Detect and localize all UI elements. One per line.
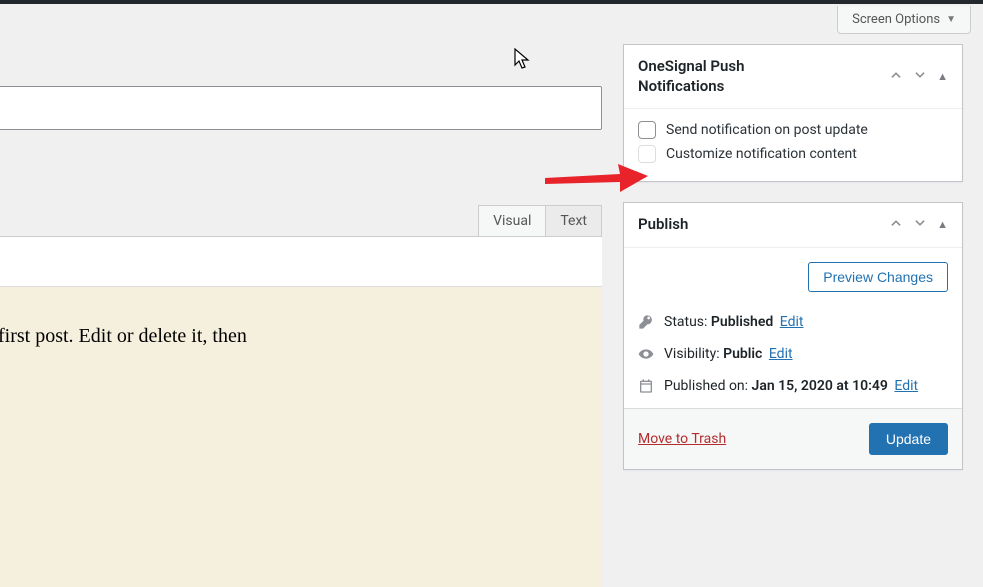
edit-visibility-link[interactable]: Edit <box>769 346 793 362</box>
move-down-icon[interactable] <box>913 68 927 86</box>
eye-icon <box>638 346 654 362</box>
onesignal-customize-row[interactable]: Customize notification content <box>638 145 948 163</box>
onesignal-send-row[interactable]: Send notification on post update <box>638 121 948 139</box>
publish-title: Publish <box>638 215 688 235</box>
publish-postbox: Publish ▲ Preview Changes Status: Publis… <box>623 202 963 470</box>
onesignal-postbox: OneSignal Push Notifications ▲ Send noti… <box>623 44 963 182</box>
admin-topbar <box>0 0 983 4</box>
onesignal-customize-label: Customize notification content <box>666 146 857 162</box>
move-down-icon[interactable] <box>913 216 927 234</box>
move-up-icon[interactable] <box>889 68 903 86</box>
published-on-label: Published on: <box>664 378 748 394</box>
move-to-trash-link[interactable]: Move to Trash <box>638 431 726 447</box>
publish-status-row: Status: Published Edit <box>624 306 962 338</box>
edit-date-link[interactable]: Edit <box>894 378 918 394</box>
move-up-icon[interactable] <box>889 216 903 234</box>
status-value: Published <box>711 314 773 330</box>
preview-changes-button[interactable]: Preview Changes <box>808 262 948 292</box>
tab-visual[interactable]: Visual <box>478 205 546 236</box>
update-button[interactable]: Update <box>869 423 948 455</box>
onesignal-header: OneSignal Push Notifications ▲ <box>624 45 962 109</box>
screen-options-label: Screen Options <box>852 12 940 27</box>
checkbox-icon[interactable] <box>638 121 656 139</box>
status-label: Status: <box>664 314 707 330</box>
published-on-value: Jan 15, 2020 at 10:49 <box>752 378 888 394</box>
toggle-icon[interactable]: ▲ <box>937 70 948 83</box>
checkbox-icon[interactable] <box>638 145 656 163</box>
post-title-input[interactable] <box>0 86 602 130</box>
visibility-label: Visibility: <box>664 346 720 362</box>
tab-text[interactable]: Text <box>545 205 602 236</box>
toggle-icon[interactable]: ▲ <box>937 218 948 231</box>
key-icon <box>638 314 654 330</box>
publish-visibility-row: Visibility: Public Edit <box>624 338 962 370</box>
onesignal-title: OneSignal Push Notifications <box>638 57 798 96</box>
editor-toolbar <box>0 237 602 287</box>
chevron-down-icon: ▼ <box>946 14 956 25</box>
editor-content[interactable]: first post. Edit or delete it, then <box>0 287 602 587</box>
publish-header: Publish ▲ <box>624 203 962 248</box>
editor-tabs: Visual Text <box>0 205 602 236</box>
publish-date-row: Published on: Jan 15, 2020 at 10:49 Edit <box>624 370 962 408</box>
edit-status-link[interactable]: Edit <box>780 314 804 330</box>
visibility-value: Public <box>723 346 762 362</box>
calendar-icon <box>638 378 654 394</box>
screen-options-toggle[interactable]: Screen Options ▼ <box>837 6 971 34</box>
onesignal-send-label: Send notification on post update <box>666 122 868 138</box>
